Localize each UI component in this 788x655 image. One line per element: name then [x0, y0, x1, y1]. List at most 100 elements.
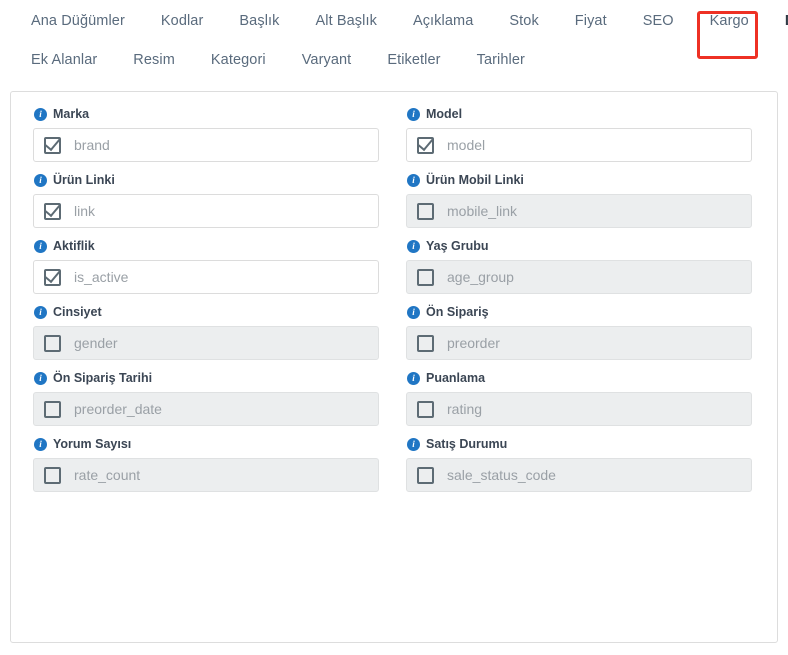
field-placeholder-on-siparis[interactable]: preorder [447, 334, 500, 352]
tab-varyant[interactable]: Varyant [284, 42, 370, 78]
field-marka: i Marka brand [33, 106, 379, 162]
info-icon[interactable]: i [407, 305, 420, 319]
field-label-text: Ürün Linki [53, 173, 115, 187]
checkbox-unchecked-icon[interactable] [44, 400, 61, 418]
input-row-satis-durumu[interactable]: sale_status_code [406, 458, 752, 492]
tab-resim[interactable]: Resim [115, 42, 193, 78]
checkbox-unchecked-icon[interactable] [417, 400, 434, 418]
checkbox-unchecked-icon[interactable] [44, 466, 61, 484]
field-placeholder-yas-grubu[interactable]: age_group [447, 268, 514, 286]
field-label-text: Ön Sipariş Tarihi [53, 371, 153, 385]
field-label-yorum-sayisi: i Yorum Sayısı [33, 436, 379, 452]
info-icon[interactable]: i [34, 107, 47, 121]
checkbox-checked-icon[interactable] [44, 268, 61, 286]
fields-grid: i Marka brand i Ürün Linki link i Aktiflik is_ac… [11, 92, 777, 502]
tab-ana-düğümler[interactable]: Ana Düğümler [13, 3, 143, 39]
info-icon[interactable]: i [407, 239, 420, 253]
tab-açıklama[interactable]: Açıklama [395, 3, 491, 39]
field-label-text: Ürün Mobil Linki [426, 173, 524, 187]
field-label-on-siparis: i Ön Sipariş [406, 304, 752, 320]
field-label-satis-durumu: i Satış Durumu [406, 436, 752, 452]
other-fields-panel: i Marka brand i Ürün Linki link i Aktiflik is_ac… [10, 91, 778, 643]
tab-alt-başlık[interactable]: Alt Başlık [298, 3, 395, 39]
tab-kargo[interactable]: Kargo [692, 3, 767, 39]
tab-tarihler[interactable]: Tarihler [459, 42, 543, 78]
info-icon[interactable]: i [34, 305, 47, 319]
tab-kodlar[interactable]: Kodlar [143, 3, 222, 39]
field-label-aktiflik: i Aktiflik [33, 238, 379, 254]
tab-diğer[interactable]: Diğer [767, 3, 788, 39]
field-label-text: Marka [53, 107, 90, 121]
field-placeholder-marka[interactable]: brand [74, 136, 110, 154]
checkbox-checked-icon[interactable] [44, 202, 61, 220]
field-label-text: Cinsiyet [53, 305, 102, 319]
field-label-model: i Model [406, 106, 752, 122]
tab-kategori[interactable]: Kategori [193, 42, 284, 78]
input-row-on-siparis-tarihi[interactable]: preorder_date [33, 392, 379, 426]
field-yorum-sayisi: i Yorum Sayısı rate_count [33, 436, 379, 492]
field-urun-mobil-linki: i Ürün Mobil Linki mobile_link [406, 172, 752, 228]
fields-column-left: i Marka brand i Ürün Linki link i Aktiflik is_ac… [33, 106, 379, 502]
field-puanlama: i Puanlama rating [406, 370, 752, 426]
input-row-on-siparis[interactable]: preorder [406, 326, 752, 360]
info-icon[interactable]: i [407, 173, 420, 187]
checkbox-unchecked-icon[interactable] [417, 202, 434, 220]
field-label-text: Puanlama [426, 371, 486, 385]
field-placeholder-satis-durumu[interactable]: sale_status_code [447, 466, 556, 484]
field-on-siparis: i Ön Sipariş preorder [406, 304, 752, 360]
input-row-yorum-sayisi[interactable]: rate_count [33, 458, 379, 492]
checkbox-unchecked-icon[interactable] [44, 334, 61, 352]
field-label-text: Model [426, 107, 463, 121]
field-label-marka: i Marka [33, 106, 379, 122]
field-placeholder-urun-mobil-linki[interactable]: mobile_link [447, 202, 517, 220]
field-placeholder-model[interactable]: model [447, 136, 485, 154]
field-placeholder-puanlama[interactable]: rating [447, 400, 482, 418]
checkbox-unchecked-icon[interactable] [417, 334, 434, 352]
field-label-text: Yaş Grubu [426, 239, 489, 253]
checkbox-unchecked-icon[interactable] [417, 268, 434, 286]
tab-fiyat[interactable]: Fiyat [557, 3, 625, 39]
input-row-marka[interactable]: brand [33, 128, 379, 162]
info-icon[interactable]: i [34, 437, 47, 451]
tab-navigation: Ana Düğümler Kodlar Başlık Alt Başlık Açıkla… [0, 0, 788, 78]
input-row-urun-linki[interactable]: link [33, 194, 379, 228]
field-placeholder-urun-linki[interactable]: link [74, 202, 95, 220]
input-row-model[interactable]: model [406, 128, 752, 162]
info-icon[interactable]: i [407, 107, 420, 121]
field-on-siparis-tarihi: i Ön Sipariş Tarihi preorder_date [33, 370, 379, 426]
field-placeholder-aktiflik[interactable]: is_active [74, 268, 128, 286]
tab-etiketler[interactable]: Etiketler [369, 42, 458, 78]
field-model: i Model model [406, 106, 752, 162]
field-urun-linki: i Ürün Linki link [33, 172, 379, 228]
checkbox-checked-icon[interactable] [44, 136, 61, 154]
checkbox-unchecked-icon[interactable] [417, 466, 434, 484]
field-label-yas-grubu: i Yaş Grubu [406, 238, 752, 254]
tab-seo[interactable]: SEO [625, 3, 692, 39]
tab-row-primary: Ana Düğümler Kodlar Başlık Alt Başlık Açıkla… [0, 0, 788, 41]
field-placeholder-on-siparis-tarihi[interactable]: preorder_date [74, 400, 162, 418]
input-row-cinsiyet[interactable]: gender [33, 326, 379, 360]
field-placeholder-cinsiyet[interactable]: gender [74, 334, 118, 352]
info-icon[interactable]: i [34, 371, 47, 385]
info-icon[interactable]: i [34, 173, 47, 187]
checkbox-checked-icon[interactable] [417, 136, 434, 154]
tab-stok[interactable]: Stok [491, 3, 556, 39]
field-placeholder-yorum-sayisi[interactable]: rate_count [74, 466, 140, 484]
info-icon[interactable]: i [407, 371, 420, 385]
input-row-urun-mobil-linki[interactable]: mobile_link [406, 194, 752, 228]
info-icon[interactable]: i [407, 437, 420, 451]
field-label-on-siparis-tarihi: i Ön Sipariş Tarihi [33, 370, 379, 386]
field-aktiflik: i Aktiflik is_active [33, 238, 379, 294]
input-row-yas-grubu[interactable]: age_group [406, 260, 752, 294]
tab-ek-alanlar[interactable]: Ek Alanlar [13, 42, 115, 78]
input-row-puanlama[interactable]: rating [406, 392, 752, 426]
field-label-cinsiyet: i Cinsiyet [33, 304, 379, 320]
field-label-urun-linki: i Ürün Linki [33, 172, 379, 188]
field-label-text: Ön Sipariş [426, 305, 489, 319]
field-satis-durumu: i Satış Durumu sale_status_code [406, 436, 752, 492]
fields-column-right: i Model model i Ürün Mobil Linki mobile_link i… [406, 106, 752, 502]
info-icon[interactable]: i [34, 239, 47, 253]
input-row-aktiflik[interactable]: is_active [33, 260, 379, 294]
tab-row-secondary: Ek Alanlar Resim Kategori Varyant Etiketler T… [0, 41, 788, 78]
tab-başlık[interactable]: Başlık [221, 3, 297, 39]
